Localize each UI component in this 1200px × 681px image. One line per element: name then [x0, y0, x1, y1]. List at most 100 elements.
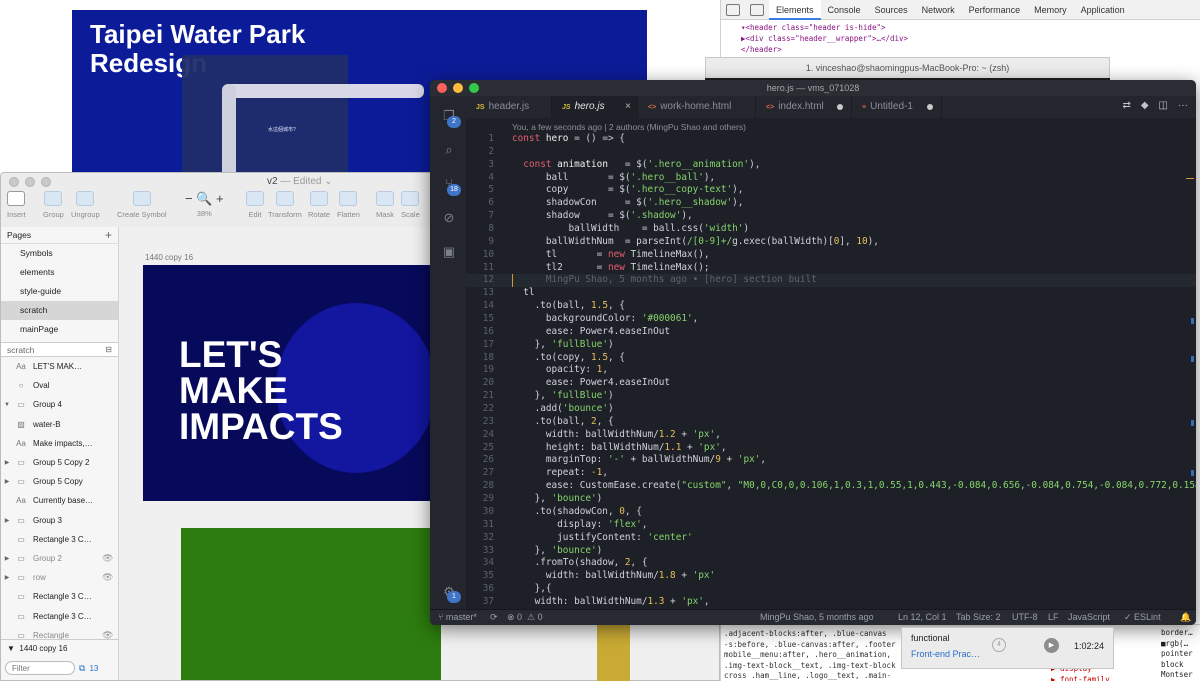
- code-line[interactable]: 18 .to(copy, 1.5, {: [466, 352, 1196, 365]
- layer-row[interactable]: Aa Currently base…: [1, 491, 118, 510]
- code-line[interactable]: 36 },{: [466, 583, 1196, 596]
- terminal-titlebar[interactable]: 1. vinceshao@shaomingpus-MacBook-Pro: ~ …: [705, 57, 1110, 79]
- artboard-hero[interactable]: LET'S MAKE IMPACTS: [143, 265, 433, 501]
- layer-row[interactable]: ▭ Rectangle 3 C…: [1, 606, 118, 625]
- dom-node[interactable]: ▾<header class="header is-hide">: [741, 22, 1200, 33]
- page-item[interactable]: Symbols: [1, 244, 118, 263]
- player-subtitle[interactable]: Front-end Prac…: [911, 649, 980, 659]
- layer-row[interactable]: Aa Make impacts,…: [1, 434, 118, 453]
- zoom-out-in-icon[interactable]: − 🔍 +: [185, 191, 224, 207]
- artboard-row[interactable]: ▼ 1440 copy 16: [1, 640, 119, 658]
- style-value[interactable]: Montser: [1161, 670, 1193, 681]
- layer-search-input[interactable]: [5, 661, 75, 675]
- overview-ruler[interactable]: [1184, 118, 1196, 609]
- style-value[interactable]: pointer: [1161, 649, 1193, 660]
- page-item[interactable]: mainPage: [1, 320, 118, 339]
- devtools-tab-network[interactable]: Network: [915, 0, 962, 20]
- toolbar-rotate-button[interactable]: Rotate: [308, 191, 330, 219]
- debug-icon[interactable]: ⊘: [441, 210, 457, 226]
- code-line[interactable]: 35 width: ballWidthNum/1.8 + 'px': [466, 570, 1196, 583]
- code-line[interactable]: 9 ballWidthNum = parseInt(/[0-9]+/g.exec…: [466, 236, 1196, 249]
- toolbar-insert-button[interactable]: Insert: [7, 191, 26, 219]
- eslint-status[interactable]: ✓ ESLint: [1124, 612, 1161, 623]
- code-line[interactable]: 32 justifyContent: 'center': [466, 532, 1196, 545]
- toolbar-ungroup-button[interactable]: Ungroup: [71, 191, 100, 219]
- code-line[interactable]: 25 height: ballWidthNum/1.1 + 'px',: [466, 442, 1196, 455]
- code-line[interactable]: 33 }, 'bounce'): [466, 545, 1196, 558]
- code-lines[interactable]: 1 const hero = () => {2 3 const animation …: [466, 133, 1196, 609]
- code-line[interactable]: 14 .to(ball, 1.5, {: [466, 300, 1196, 313]
- code-line[interactable]: 24 width: ballWidthNum/1.2 + 'px',: [466, 429, 1196, 442]
- code-line[interactable]: 31 display: 'flex',: [466, 519, 1196, 532]
- layer-row[interactable]: ▭ Rectangle 3 C…: [1, 587, 118, 606]
- toolbar-scale-button[interactable]: Scale: [401, 191, 420, 219]
- devtools-tab-console[interactable]: Console: [821, 0, 868, 20]
- editor-tab-header-js[interactable]: JS header.js: [466, 96, 552, 118]
- code-line[interactable]: 4 ball = $('.hero__ball'),: [466, 172, 1196, 185]
- page-item[interactable]: style-guide: [1, 282, 118, 301]
- code-line[interactable]: 30 .to(shadowCon, 0, {: [466, 506, 1196, 519]
- error-count[interactable]: ⊗ 0: [507, 612, 522, 623]
- code-line[interactable]: 13 tl: [466, 287, 1196, 300]
- sync-icon[interactable]: ⟳: [490, 612, 498, 623]
- warning-count[interactable]: ⚠ 0: [527, 612, 543, 623]
- code-line[interactable]: 8 ballWidth = ball.css('width'): [466, 223, 1196, 236]
- layer-row[interactable]: ▼ ▭ Group 4: [1, 395, 118, 414]
- toolbar-group-button[interactable]: Group: [43, 191, 64, 219]
- disclosure-icon[interactable]: ▶: [1, 555, 13, 562]
- code-line[interactable]: 16 ease: Power4.easeInOut: [466, 326, 1196, 339]
- code-line[interactable]: 23 .to(ball, 2, {: [466, 416, 1196, 429]
- devtools-tab-performance[interactable]: Performance: [962, 0, 1028, 20]
- git-blame-status[interactable]: MingPu Shao, 5 months ago: [760, 612, 874, 622]
- code-line[interactable]: 21 }, 'fullBlue'): [466, 390, 1196, 403]
- layer-row[interactable]: ▶ ▭ Group 5 Copy: [1, 472, 118, 491]
- code-line[interactable]: 2: [466, 146, 1196, 159]
- code-line[interactable]: 28 ease: CustomEase.create("custom", "M0…: [466, 480, 1196, 493]
- layer-row[interactable]: ○ Oval: [1, 376, 118, 395]
- layer-row[interactable]: ▶ ▭ Group 5 Copy 2: [1, 453, 118, 472]
- code-line[interactable]: 6 shadowCon = $('.hero__shadow'),: [466, 197, 1196, 210]
- document-state[interactable]: — Edited ⌄: [280, 176, 332, 187]
- code-line[interactable]: 26 marginTop: '-' + ballWidthNum/9 + 'px…: [466, 454, 1196, 467]
- disclosure-icon[interactable]: ▶: [1, 517, 13, 524]
- code-line[interactable]: 22 .add('bounce'): [466, 403, 1196, 416]
- style-value[interactable]: border…: [1161, 628, 1193, 639]
- inspect-icon[interactable]: [726, 3, 740, 16]
- editor-tab-work-home-html[interactable]: <> work-home.html: [638, 96, 756, 118]
- disclosure-icon[interactable]: ▶: [1, 478, 13, 485]
- page-filter[interactable]: scratch ⊟: [1, 342, 118, 357]
- zoom-control[interactable]: − 🔍 + 38%: [185, 191, 224, 218]
- editor-tab-hero-js[interactable]: JS hero.js ×: [552, 96, 638, 118]
- layer-row[interactable]: ▶ ▭ Group 2 👁: [1, 549, 118, 568]
- code-line[interactable]: 20 ease: Power4.easeInOut: [466, 377, 1196, 390]
- minimize-icon[interactable]: [453, 83, 463, 93]
- unsaved-dot-icon[interactable]: [927, 104, 933, 110]
- blame-annotation[interactable]: You, a few seconds ago | 2 authors (Ming…: [512, 122, 746, 132]
- layer-row[interactable]: ▶ ▭ row 👁: [1, 568, 118, 587]
- toolbar-flatten-button[interactable]: Flatten: [337, 191, 360, 219]
- page-item[interactable]: scratch: [1, 301, 118, 320]
- visibility-eye-icon[interactable]: 👁: [102, 572, 118, 583]
- code-line[interactable]: 29 }, 'bounce'): [466, 493, 1196, 506]
- disclosure-icon[interactable]: ▶: [1, 459, 13, 466]
- tab-size[interactable]: Tab Size: 2: [956, 612, 1001, 622]
- layer-row[interactable]: ▨ water-B: [1, 415, 118, 434]
- extensions-icon[interactable]: ▣: [441, 244, 457, 260]
- code-line[interactable]: 27 repeat: -1,: [466, 467, 1196, 480]
- git-compare-icon[interactable]: ◆: [1141, 100, 1149, 111]
- editor-tab-untitled-1[interactable]: ≡ Untitled-1: [852, 96, 942, 118]
- code-editor[interactable]: You, a few seconds ago | 2 authors (Ming…: [466, 118, 1196, 609]
- collapse-icon[interactable]: ⊟: [105, 345, 112, 354]
- headline-text[interactable]: LET'S MAKE IMPACTS: [179, 336, 343, 445]
- devtools-tab-application[interactable]: Application: [1074, 0, 1132, 20]
- toolbar-create-symbol-button[interactable]: Create Symbol: [117, 191, 167, 219]
- disclosure-icon[interactable]: ▼: [1, 402, 13, 408]
- unsaved-dot-icon[interactable]: [837, 104, 843, 110]
- code-line[interactable]: 5 copy = $('.hero__copy-text'),: [466, 184, 1196, 197]
- toolbar-transform-button[interactable]: Transform: [268, 191, 302, 219]
- visibility-eye-icon[interactable]: 👁: [102, 553, 118, 564]
- minimize-icon[interactable]: [25, 177, 35, 187]
- open-changes-icon[interactable]: ⇄: [1122, 100, 1130, 111]
- page-item[interactable]: elements: [1, 263, 118, 282]
- zoom-icon[interactable]: [469, 83, 479, 93]
